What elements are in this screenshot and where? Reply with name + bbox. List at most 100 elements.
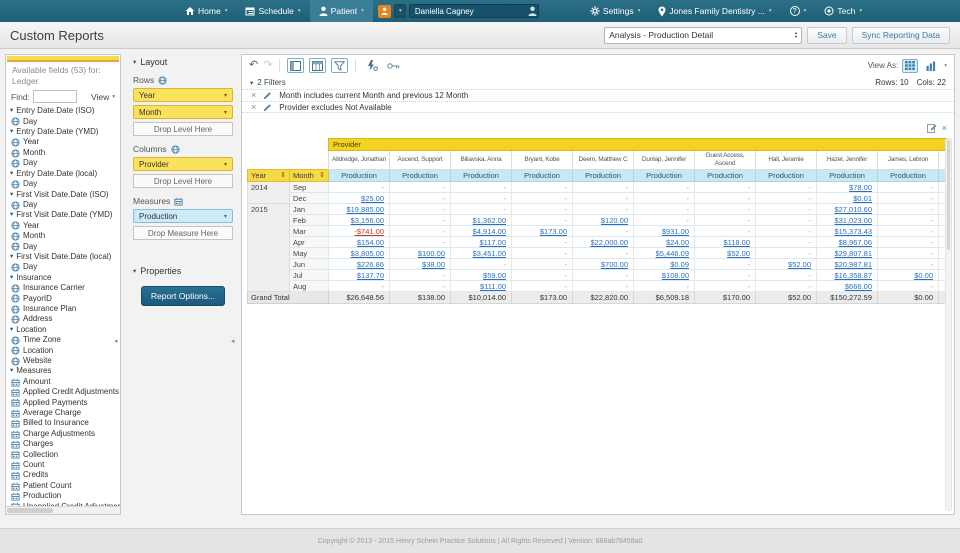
production-value-link[interactable]: $15,373.43 [834, 227, 872, 236]
row-level-chip[interactable]: Month ▾ [133, 105, 233, 119]
production-value-link[interactable]: $3,805.00 [351, 249, 384, 258]
field-group-header[interactable]: ▾ Measures [10, 366, 116, 376]
production-value-link[interactable]: $38.00 [422, 260, 445, 269]
production-value-link[interactable]: $108.00 [662, 271, 689, 280]
provider-column-header[interactable]: Dunlap, Jennifer [633, 149, 695, 171]
field-group-header[interactable]: ▾ Insurance [10, 273, 116, 283]
scrollbar-thumb[interactable] [947, 140, 950, 250]
production-value-link[interactable]: $16,358.87 [834, 271, 872, 280]
production-value-link[interactable]: $5,446.09 [656, 249, 689, 258]
production-value-link[interactable]: $52.00 [727, 249, 750, 258]
layout-panel-toggle-button[interactable] [287, 58, 305, 73]
table-vertical-scrollbar[interactable] [945, 138, 952, 511]
field-group-header[interactable]: ▾ Location [10, 325, 116, 335]
field-item[interactable]: Insurance Carrier [10, 283, 116, 293]
provider-column-header[interactable]: Ascend, Support [389, 149, 451, 171]
production-value-link[interactable]: $111.00 [480, 282, 506, 291]
patient-alert-icon[interactable] [377, 4, 391, 18]
field-item[interactable]: Address [10, 314, 116, 324]
undo-icon[interactable]: ↶ [249, 60, 258, 71]
close-icon[interactable]: × [942, 123, 947, 133]
field-item[interactable]: Average Charge [10, 408, 116, 418]
field-item[interactable]: Applied Payments [10, 398, 116, 408]
provider-column-header[interactable]: Alldredge, Jonathan [328, 149, 390, 171]
nav-location[interactable]: Jones Family Dentistry ... ▾ [649, 0, 780, 22]
production-value-link[interactable]: $154.00 [357, 238, 384, 247]
provider-column-header[interactable]: Biliavska, Anna [450, 149, 512, 171]
production-value-link[interactable]: $0.09 [670, 260, 689, 269]
production-value-link[interactable]: $22,000.00 [590, 238, 628, 247]
field-group-header[interactable]: ▾ Entry Date.Date (YMD) [10, 127, 116, 137]
month-sort-header[interactable]: Month ⇕ [289, 169, 329, 183]
remove-filter-icon[interactable]: × [251, 91, 256, 100]
field-item[interactable]: Patient Count [10, 481, 116, 491]
collapse-triangle-icon[interactable]: ▾ [250, 79, 253, 87]
field-item[interactable]: Charge Adjustments [10, 429, 116, 439]
provider-axis-header[interactable]: Provider [327, 138, 947, 151]
field-item[interactable]: Website [10, 356, 116, 366]
properties-section-toggle[interactable]: ▾ Properties [133, 266, 233, 276]
field-group-header[interactable]: ▾ Entry Date.Date (ISO) [10, 106, 116, 116]
production-value-link[interactable]: $117.00 [479, 238, 506, 247]
sidebar-horizontal-scrollbar[interactable] [6, 506, 120, 514]
production-value-link[interactable]: $19,885.00 [346, 205, 384, 214]
layout-section-toggle[interactable]: ▾ Layout [133, 57, 233, 67]
field-group-header[interactable]: ▾ First Visit Date.Date (YMD) [10, 210, 116, 220]
panel-collapse-handle[interactable]: ◂ [231, 337, 235, 345]
sort-icon[interactable]: ⇕ [319, 171, 325, 179]
provider-column-header[interactable]: James, Lebron [877, 149, 939, 171]
patient-avatar-icon[interactable] [528, 6, 537, 16]
production-value-link[interactable]: $4,914.00 [473, 227, 506, 236]
view-as-chart-button[interactable] [922, 58, 939, 73]
nav-patient[interactable]: Patient ▾ [309, 0, 373, 22]
field-item[interactable]: Day [10, 242, 116, 252]
patient-search-input[interactable] [408, 4, 539, 18]
production-value-link[interactable]: $3,156.00 [351, 216, 384, 225]
field-item[interactable]: Day [10, 179, 116, 189]
field-item[interactable]: Month [10, 148, 116, 158]
production-value-link[interactable]: $3,451.00 [473, 249, 506, 258]
field-item[interactable]: Month [10, 231, 116, 241]
sync-reporting-data-button[interactable]: Sync Reporting Data [851, 26, 950, 44]
nav-tech[interactable]: Tech ▾ [815, 0, 871, 22]
provider-column-header[interactable]: Guest Access, Ascend [694, 149, 756, 171]
field-item[interactable]: Billed to Insurance [10, 418, 116, 428]
scrollbar-thumb[interactable] [7, 508, 53, 513]
nav-home[interactable]: Home ▾ [176, 0, 236, 22]
field-group-header[interactable]: ▾ Entry Date.Date (local) [10, 169, 116, 179]
nav-settings[interactable]: Settings ▾ [581, 0, 649, 22]
field-item[interactable]: Day [10, 158, 116, 168]
production-value-link[interactable]: $29,807.81 [834, 249, 872, 258]
panel-collapse-handle[interactable]: ◂ [114, 337, 118, 345]
production-value-link[interactable]: $120.00 [601, 216, 628, 225]
report-options-button[interactable]: Report Options... [140, 286, 226, 306]
edit-note-icon[interactable] [926, 123, 937, 133]
field-item[interactable]: PayorID [10, 294, 116, 304]
field-item[interactable]: Day [10, 200, 116, 210]
field-item[interactable]: Charges [10, 439, 116, 449]
find-input[interactable] [32, 90, 77, 104]
provider-column-header[interactable]: Hazel, Jennifer [816, 149, 878, 171]
production-value-link[interactable]: $31,023.00 [834, 216, 872, 225]
field-item[interactable]: Count [10, 460, 116, 470]
column-level-chip[interactable]: Provider ▾ [133, 157, 233, 171]
production-value-link[interactable]: $25.00 [361, 194, 384, 203]
production-value-link[interactable]: $118.00 [723, 238, 750, 247]
production-value-link[interactable]: $20,987.81 [834, 260, 872, 269]
sort-icon[interactable]: ⇕ [280, 171, 286, 179]
field-item[interactable]: Insurance Plan [10, 304, 116, 314]
edit-filter-icon[interactable] [263, 91, 272, 100]
production-value-link[interactable]: $1,362.00 [473, 216, 506, 225]
field-item[interactable]: Location [10, 346, 116, 356]
report-select[interactable]: Analysis - Production Detail ▴ ▾ [604, 26, 803, 44]
field-item[interactable]: Production [10, 491, 116, 501]
production-value-link[interactable]: $700.00 [601, 260, 628, 269]
search-scope-dropdown[interactable]: ▾ [393, 4, 406, 18]
production-value-link[interactable]: $27,010.60 [834, 205, 872, 214]
production-value-link[interactable]: $931.00 [662, 227, 689, 236]
calculated-values-button[interactable] [363, 58, 380, 73]
field-item[interactable]: Amount [10, 377, 116, 387]
field-item[interactable]: Applied Credit Adjustments [10, 387, 119, 397]
production-value-link[interactable]: $24.00 [666, 238, 689, 247]
field-group-header[interactable]: ▾ First Visit Date.Date (ISO) [10, 190, 116, 200]
